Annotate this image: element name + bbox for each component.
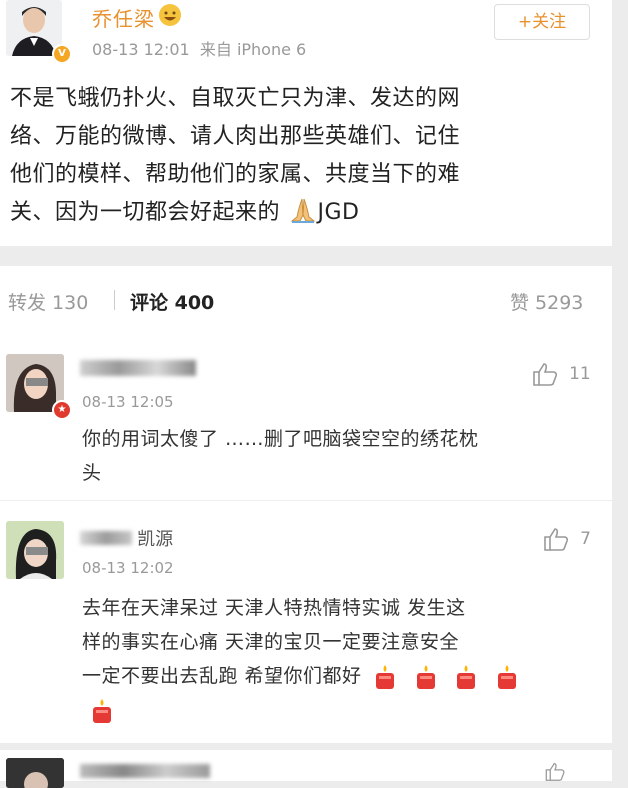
- commenter-name[interactable]: 凯源: [80, 525, 174, 550]
- comment-item: 凯源 08-13 12:02 7 去年在天津呆过 天津人特热情特实诚 发生这 样…: [0, 500, 612, 743]
- comment-text: 去年在天津呆过 天津人特热情特实诚 发生这 样的事实在心痛 天津的宝贝一定要注意…: [82, 591, 608, 727]
- comment-like-button[interactable]: 11: [532, 362, 591, 388]
- stats-divider: [114, 290, 115, 310]
- post-text-last-line: 关、因为一切都会好起来的 JGD: [10, 194, 610, 232]
- avatar-icon: [6, 758, 64, 788]
- commenter-avatar[interactable]: [6, 521, 64, 579]
- candle-emoji-icon: [414, 664, 438, 690]
- like-count[interactable]: 赞 5293: [510, 288, 583, 315]
- comment-like-count: 7: [580, 529, 591, 549]
- stats-bar: 转发 130 评论 400 赞 5293: [0, 266, 612, 331]
- thumbs-up-icon: [544, 528, 569, 551]
- pray-emoji-icon: [288, 197, 318, 223]
- comment-like-button[interactable]: 7: [543, 527, 591, 553]
- post-text-end: JGD: [317, 200, 360, 225]
- thumbs-up-icon: [533, 363, 558, 386]
- verified-badge-icon: V: [52, 44, 72, 64]
- comment-item: ★ 08-13 12:05 11 你的用词太傻了 ……删了吧脑袋空空的绣花枕 头: [0, 330, 612, 500]
- comment-text-line: 一定不要出去乱跑 希望你们都好: [82, 665, 362, 687]
- comment-text-line: 头: [82, 462, 102, 484]
- commenter-name-blurred[interactable]: [80, 764, 210, 778]
- commenter-name-visible: 凯源: [137, 529, 174, 550]
- comment-text-last-line: 一定不要出去乱跑 希望你们都好: [82, 659, 608, 693]
- comment-like-count: 11: [569, 364, 591, 384]
- follow-button[interactable]: +关注: [494, 4, 590, 40]
- comment-text: 你的用词太傻了 ……删了吧脑袋空空的绣花枕 头: [82, 422, 602, 490]
- comment-like-button[interactable]: [542, 762, 568, 785]
- post-text-line: 络、万能的微博、请人肉出那些英雄们、记住: [10, 124, 461, 149]
- candle-emoji-icon: [373, 664, 397, 690]
- member-badge-icon: ★: [52, 400, 72, 420]
- post-text-line: 关、因为一切都会好起来的: [10, 200, 281, 225]
- comment-text-line: 你的用词太傻了 ……删了吧脑袋空空的绣花枕: [82, 428, 479, 450]
- comment-time: 08-13 12:05: [82, 393, 174, 411]
- follow-label: +关注: [517, 12, 567, 32]
- thumbs-up-icon: [545, 762, 565, 781]
- repost-count[interactable]: 转发 130: [8, 288, 88, 315]
- commenter-name-blurred[interactable]: [80, 360, 196, 376]
- candle-emoji-icon: [90, 698, 114, 724]
- comment-count[interactable]: 评论 400: [130, 288, 214, 315]
- comment-text-line: 去年在天津呆过 天津人特热情特实诚 发生这: [82, 597, 466, 619]
- grin-emoji-icon: [158, 3, 182, 27]
- author-name[interactable]: 乔任梁: [92, 3, 155, 32]
- candle-emoji-icon: [495, 664, 519, 690]
- comment-text-line: 样的事实在心痛 天津的宝贝一定要注意安全: [82, 631, 460, 653]
- post-text-line: 他们的模样、帮助他们的家属、共度当下的难: [10, 162, 461, 187]
- candle-emoji-icon: [454, 664, 478, 690]
- avatar-icon: [6, 521, 64, 579]
- post-card: V 乔任梁 08-13 12:01 来自 iPhone 6 +关注 不是飞蛾仍扑…: [0, 0, 612, 246]
- commenter-avatar[interactable]: [6, 758, 64, 788]
- comment-text-emoji-line: [82, 693, 608, 727]
- comment-item-partial: [0, 750, 612, 788]
- post-text: 不是飞蛾仍扑火、自取灭亡只为津、发达的网 络、万能的微博、请人肉出那些英雄们、记…: [10, 80, 610, 232]
- comment-time: 08-13 12:02: [82, 559, 174, 577]
- post-text-line: 不是飞蛾仍扑火、自取灭亡只为津、发达的网: [10, 86, 461, 111]
- post-meta: 08-13 12:01 来自 iPhone 6: [92, 40, 307, 59]
- commenter-name-blurred: [80, 531, 132, 545]
